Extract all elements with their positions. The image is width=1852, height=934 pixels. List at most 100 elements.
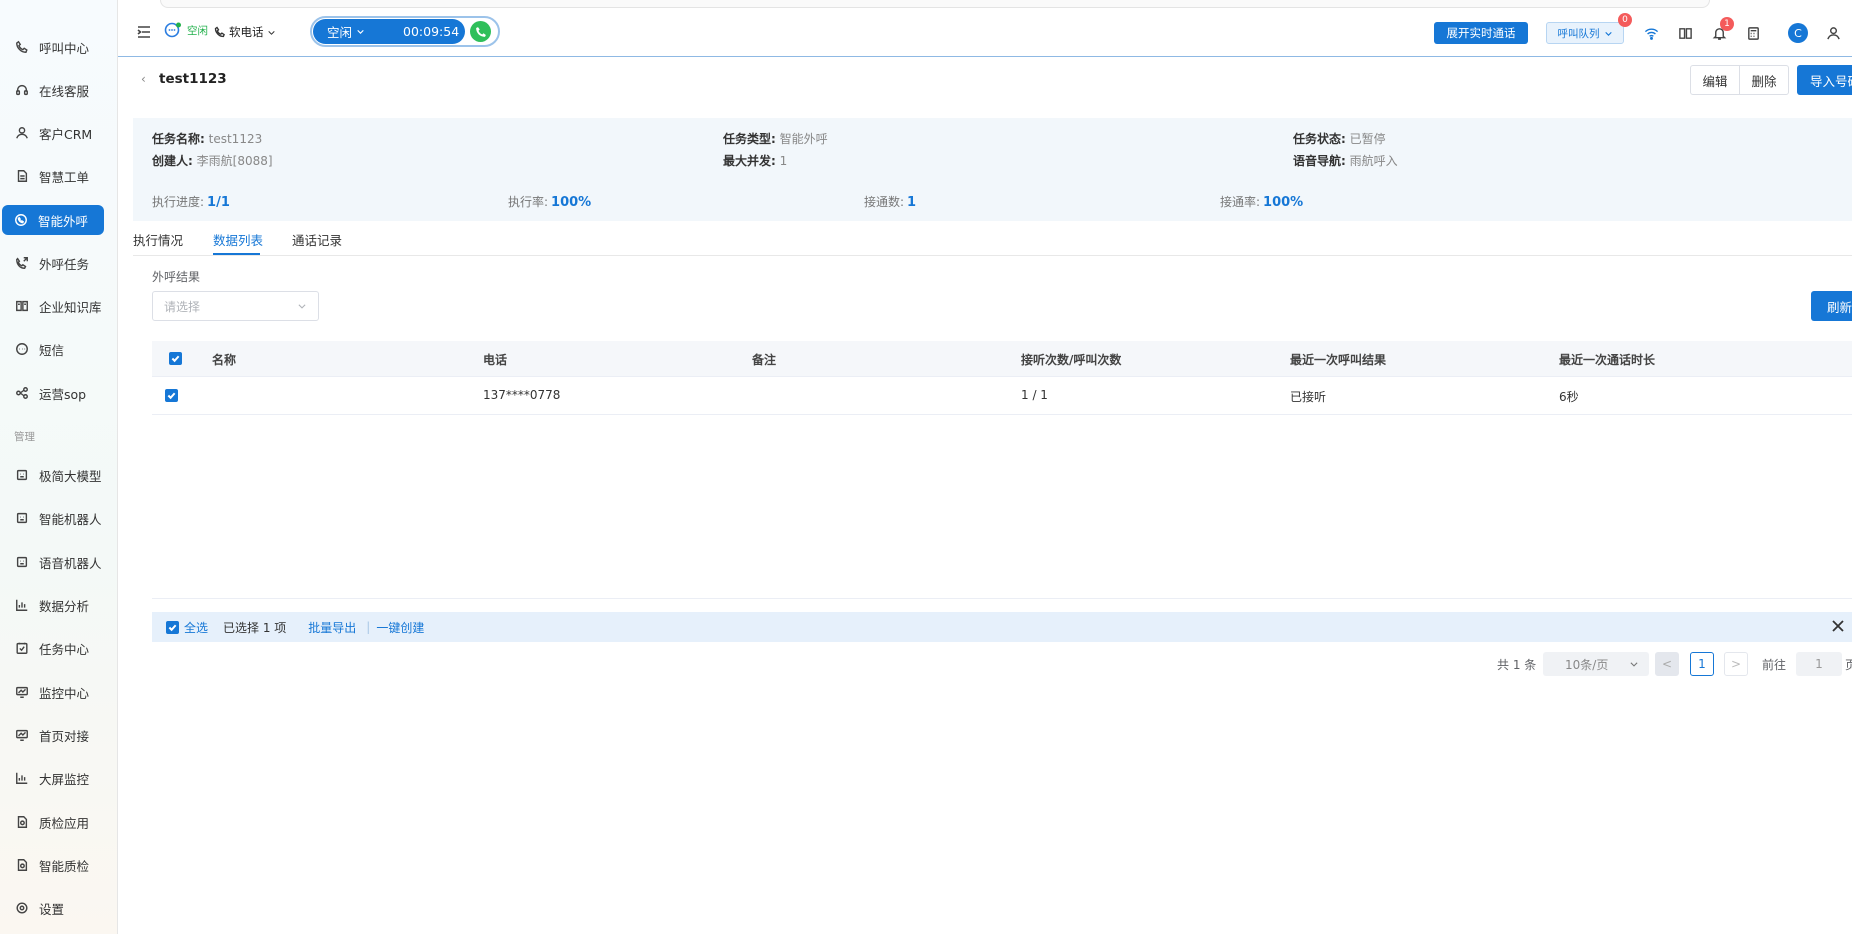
sidebar-item-knowledge-base[interactable]: 企业知识库 xyxy=(0,291,118,321)
one-click-create-link[interactable]: 一键创建 xyxy=(376,619,424,636)
chevron-down-icon xyxy=(267,30,275,35)
column-header-name[interactable]: 名称 xyxy=(212,351,236,368)
column-header-note[interactable]: 备注 xyxy=(752,351,776,368)
sidebar-item-qa-app[interactable]: 质检应用 xyxy=(0,807,118,837)
monitor-icon xyxy=(14,727,30,743)
user-icon[interactable] xyxy=(1824,24,1842,42)
back-icon[interactable]: ‹ xyxy=(141,72,146,86)
separator: | xyxy=(366,620,371,634)
sidebar-item-home-integration[interactable]: 首页对接 xyxy=(0,720,118,750)
sidebar-item-crm[interactable]: 客户CRM xyxy=(0,118,118,148)
goto-label: 前往 xyxy=(1762,658,1787,672)
whatsapp-phone-icon xyxy=(13,212,29,228)
refresh-button[interactable]: 刷新 xyxy=(1811,291,1852,321)
sidebar-item-online-service[interactable]: 在线客服 xyxy=(0,75,118,105)
sidebar-item-outbound-task[interactable]: 外呼任务 xyxy=(0,248,118,278)
status-timer: 00:09:54 xyxy=(403,24,460,39)
sidebar-item-label: 设置 xyxy=(39,901,65,917)
headset-icon xyxy=(14,82,30,98)
tab-active-indicator xyxy=(213,253,260,255)
task-status-field: 任务状态: 已暂停 xyxy=(1293,130,1386,147)
tab-bar: 执行情况 数据列表 通话记录 xyxy=(133,220,1852,256)
sidebar-item-label: 呼叫中心 xyxy=(39,40,90,56)
book-icon[interactable] xyxy=(1676,24,1694,42)
column-header-answer-ratio[interactable]: 接听次数/呼叫次数 xyxy=(1021,351,1121,368)
sidebar-item-task-center[interactable]: 任务中心 xyxy=(0,633,118,663)
sidebar-item-voice-robot[interactable]: 语音机器人 xyxy=(0,547,118,577)
row-checkbox[interactable] xyxy=(165,389,178,402)
tab-execution[interactable]: 执行情况 xyxy=(133,230,183,249)
sidebar-item-label: 智能机器人 xyxy=(39,511,102,527)
sidebar-item-smart-qa[interactable]: 智能质检 xyxy=(0,850,118,880)
sidebar-item-smart-robot[interactable]: 智能机器人 xyxy=(0,503,118,533)
agent-status-pill: 空闲 00:09:54 xyxy=(310,16,500,47)
sidebar-item-label: 极简大模型 xyxy=(39,468,102,484)
sidebar-item-monitor-center[interactable]: 监控中心 xyxy=(0,677,118,707)
close-icon[interactable] xyxy=(1832,620,1846,634)
selected-count-text: 已选择 1 项 xyxy=(223,620,287,635)
expand-realtime-call-button[interactable]: 展开实时通话 xyxy=(1434,22,1528,44)
stat-value: 1/1 xyxy=(207,195,230,210)
top-bar: 空闲 软电话 空闲 00:09:54 展开实时通话 呼叫队列 0 1 C xyxy=(118,10,1852,57)
chat-status[interactable]: 空闲 xyxy=(164,21,208,39)
table-row[interactable]: 137****0778 1 / 1 已接听 6秒 xyxy=(152,377,1852,415)
tab-call-records[interactable]: 通话记录 xyxy=(292,230,342,249)
chevron-down-icon xyxy=(357,29,364,34)
creator-label: 创建人: xyxy=(152,154,193,168)
voice-nav-value: 雨航呼入 xyxy=(1349,154,1398,168)
sidebar-item-llm[interactable]: 极简大模型 xyxy=(0,460,118,490)
next-page-button[interactable]: > xyxy=(1724,652,1748,676)
sidebar-item-sop[interactable]: 运营sop xyxy=(0,378,118,408)
task-icon xyxy=(14,640,30,656)
sidebar-item-label: 质检应用 xyxy=(39,815,90,831)
sidebar-item-label: 数据分析 xyxy=(39,598,90,614)
goto-page-input[interactable]: 1 xyxy=(1796,652,1842,676)
sidebar-item-settings[interactable]: 设置 xyxy=(0,893,118,923)
batch-export-link[interactable]: 批量导出 xyxy=(308,619,356,636)
agent-state-dropdown[interactable]: 空闲 xyxy=(327,22,365,41)
page-title: test1123 xyxy=(159,71,227,87)
call-queue-button[interactable]: 呼叫队列 xyxy=(1546,22,1624,44)
edit-button[interactable]: 编辑 xyxy=(1690,65,1740,95)
column-header-last-result[interactable]: 最近一次呼叫结果 xyxy=(1290,351,1386,368)
chart-icon xyxy=(14,770,30,786)
column-header-last-duration[interactable]: 最近一次通话时长 xyxy=(1559,351,1655,368)
column-header-phone[interactable]: 电话 xyxy=(483,351,507,368)
menu-fold-icon[interactable] xyxy=(136,24,152,40)
cell-phone: 137****0778 xyxy=(483,388,561,402)
wifi-icon[interactable] xyxy=(1642,24,1660,42)
page-number-button[interactable]: 1 xyxy=(1690,652,1714,676)
select-all-link[interactable]: 全选 xyxy=(184,619,208,636)
select-placeholder: 请选择 xyxy=(164,299,201,314)
sidebar-item-work-order[interactable]: 智慧工单 xyxy=(0,161,118,191)
robot-icon xyxy=(14,510,30,526)
sidebar-item-big-screen[interactable]: 大屏监控 xyxy=(0,763,118,793)
voice-nav-label: 语音导航: xyxy=(1293,154,1346,168)
avatar[interactable]: C xyxy=(1788,23,1808,43)
calculator-icon[interactable] xyxy=(1744,24,1762,42)
sidebar-item-label: 智能外呼 xyxy=(38,213,89,229)
softphone-dropdown[interactable]: 软电话 xyxy=(214,24,276,40)
outbound-result-select[interactable]: 请选择 xyxy=(152,291,319,321)
header-checkbox[interactable] xyxy=(169,352,182,365)
sidebar-item-sms[interactable]: 短信 xyxy=(0,334,118,364)
call-queue-label: 呼叫队列 xyxy=(1557,27,1600,40)
page-size-select[interactable]: 10条/页 xyxy=(1543,652,1649,676)
sidebar-item-data-analysis[interactable]: 数据分析 xyxy=(0,590,118,620)
max-concurrency-value: 1 xyxy=(779,154,788,168)
delete-button[interactable]: 删除 xyxy=(1739,65,1789,95)
sidebar-item-label: 监控中心 xyxy=(39,685,90,701)
sidebar-item-label: 智能质检 xyxy=(39,858,90,874)
call-button[interactable] xyxy=(470,21,491,42)
queue-count-badge: 0 xyxy=(1618,13,1632,27)
sidebar-item-smart-outbound[interactable]: 智能外呼 xyxy=(2,205,104,235)
voice-nav-field: 语音导航: 雨航呼入 xyxy=(1293,152,1398,169)
import-numbers-button[interactable]: 导入号码 xyxy=(1797,65,1852,95)
tab-data-list[interactable]: 数据列表 xyxy=(213,230,263,249)
table-header: 名称 电话 备注 接听次数/呼叫次数 最近一次呼叫结果 最近一次通话时长 xyxy=(152,341,1852,377)
task-status-value: 已暂停 xyxy=(1349,132,1386,146)
select-all-checkbox[interactable] xyxy=(166,620,179,634)
chat-status-text: 空闲 xyxy=(187,24,208,37)
sidebar-item-call-center[interactable]: 呼叫中心 xyxy=(0,32,118,62)
prev-page-button[interactable]: < xyxy=(1655,652,1679,676)
